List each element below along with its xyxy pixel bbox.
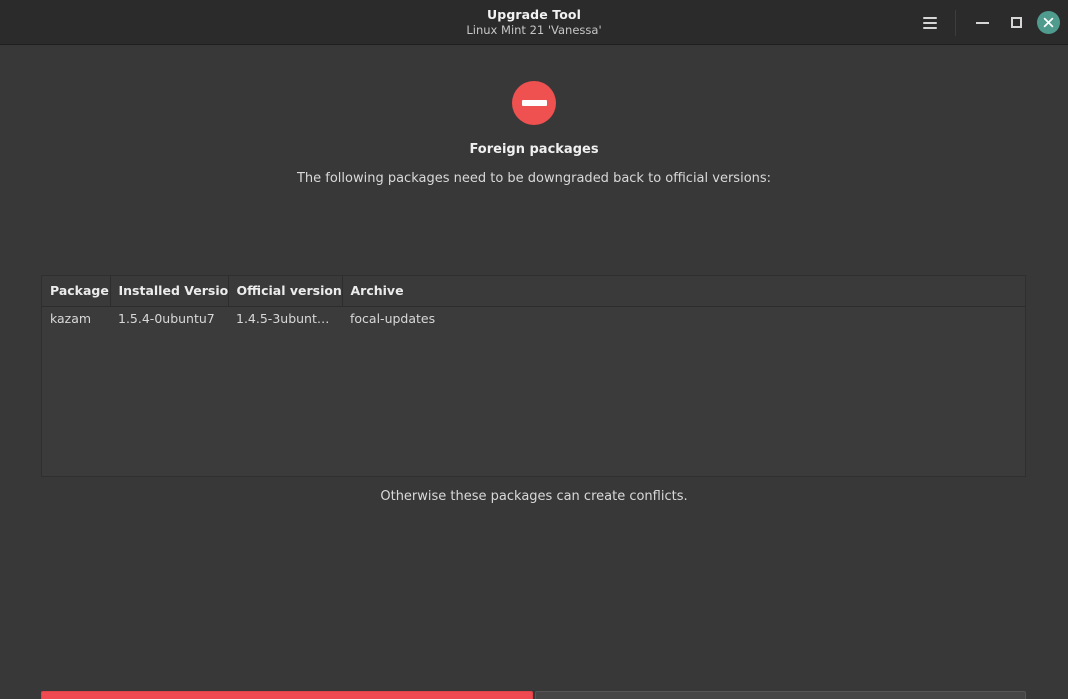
page-description: The following packages need to be downgr… bbox=[296, 171, 772, 186]
close-button[interactable] bbox=[1037, 11, 1060, 34]
window-title-block: Upgrade Tool Linux Mint 21 'Vanessa' bbox=[466, 8, 601, 35]
table-body: kazam 1.5.4-0ubuntu7 1.4.5-3ubuntu0.1 fo… bbox=[42, 307, 1025, 332]
check-again-button[interactable]: Check again bbox=[534, 691, 1026, 699]
window-titlebar: Upgrade Tool Linux Mint 21 'Vanessa' bbox=[0, 0, 1068, 45]
action-button-row: Fix Check again bbox=[41, 691, 1026, 699]
fix-button[interactable]: Fix bbox=[41, 691, 533, 699]
window-controls bbox=[913, 0, 1060, 45]
column-header-archive[interactable]: Archive bbox=[342, 276, 1025, 307]
hamburger-bar bbox=[923, 16, 937, 19]
hamburger-menu-icon[interactable] bbox=[913, 6, 947, 40]
main-content: Foreign packages The following packages … bbox=[0, 81, 1068, 699]
table-header: Package Installed Version Official versi… bbox=[42, 276, 1025, 307]
table-row[interactable]: kazam 1.5.4-0ubuntu7 1.4.5-3ubuntu0.1 fo… bbox=[42, 307, 1025, 332]
hamburger-bar bbox=[923, 26, 937, 29]
maximize-icon bbox=[1010, 17, 1022, 28]
foreign-packages-table: Package Installed Version Official versi… bbox=[41, 275, 1026, 477]
window-title: Upgrade Tool bbox=[487, 7, 581, 23]
no-entry-bar bbox=[521, 100, 547, 106]
titlebar-divider bbox=[955, 9, 956, 36]
packages-table: Package Installed Version Official versi… bbox=[42, 276, 1025, 331]
minimize-button[interactable] bbox=[965, 6, 999, 40]
cell-package: kazam bbox=[50, 311, 92, 326]
maximize-button[interactable] bbox=[999, 6, 1033, 40]
minimize-icon bbox=[975, 21, 989, 24]
column-header-installed[interactable]: Installed Version bbox=[110, 276, 229, 307]
window-subtitle: Linux Mint 21 'Vanessa' bbox=[466, 22, 602, 37]
column-header-package[interactable]: Package bbox=[42, 276, 111, 307]
close-icon bbox=[1043, 17, 1054, 28]
cell-installed-version: 1.5.4-0ubuntu7 bbox=[118, 311, 215, 326]
cell-archive: focal-updates bbox=[350, 311, 436, 326]
table-header-row: Package Installed Version Official versi… bbox=[42, 276, 1025, 307]
page-footnote: Otherwise these packages can create conf… bbox=[380, 489, 688, 504]
column-header-official[interactable]: Official version bbox=[228, 276, 343, 307]
hamburger-bar bbox=[923, 21, 937, 24]
page-title: Foreign packages bbox=[469, 142, 599, 157]
error-no-entry-icon bbox=[512, 81, 556, 125]
cell-official-version: 1.4.5-3ubuntu0.1 bbox=[236, 311, 342, 326]
